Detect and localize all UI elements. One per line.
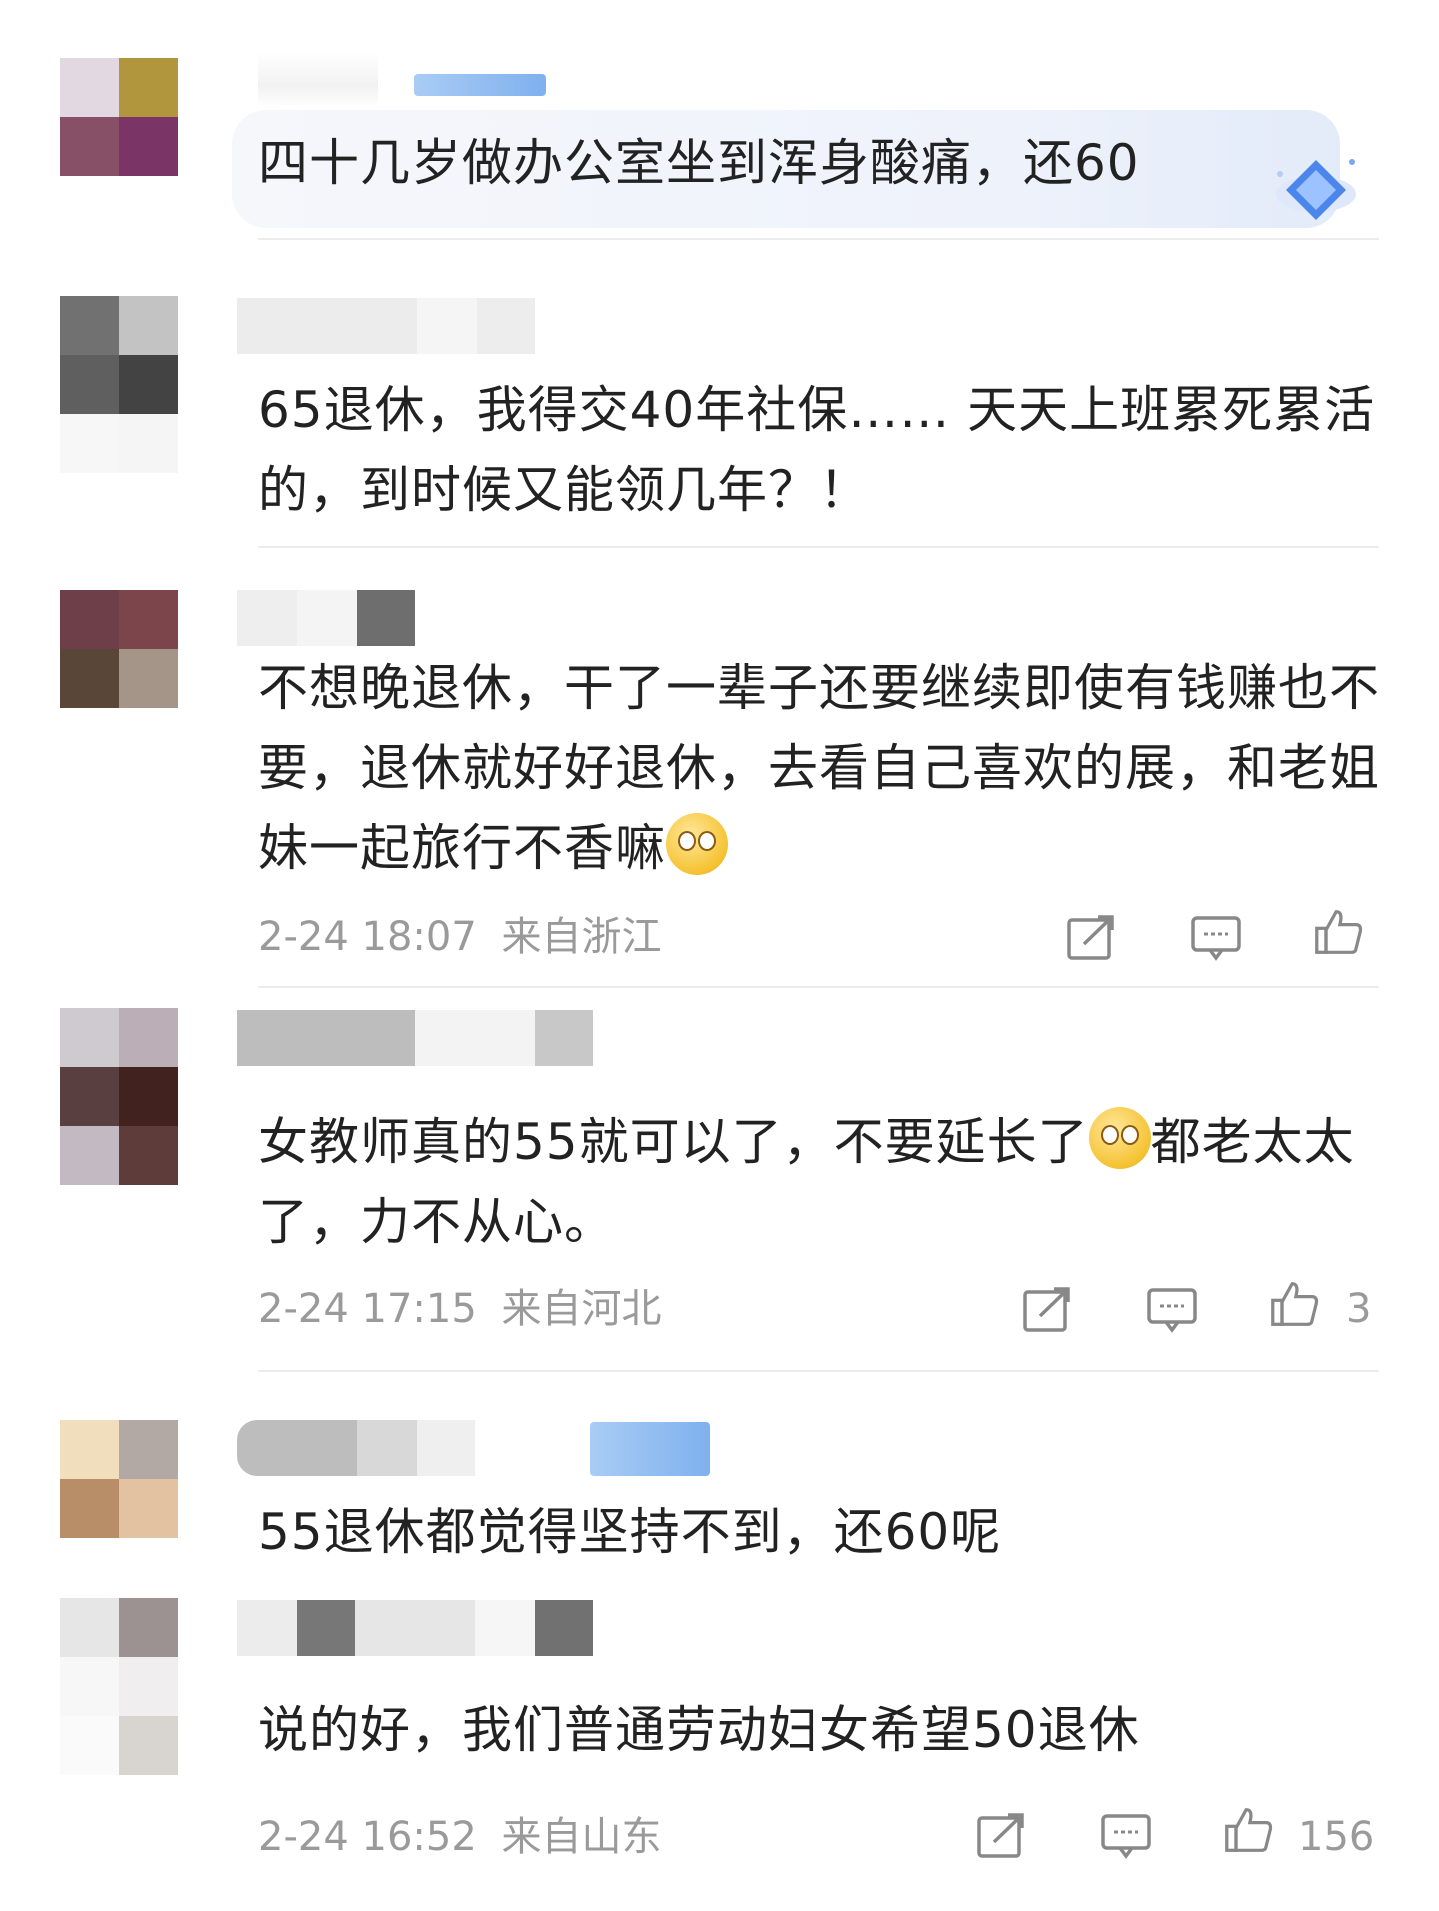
comment-text: 四十几岁做办公室坐到浑身酸痛，还60 xyxy=(258,134,1140,192)
share-icon[interactable] xyxy=(1066,914,1118,962)
avatar[interactable] xyxy=(60,296,178,473)
avatar[interactable] xyxy=(60,1598,178,1775)
comment-location: 来自河北 xyxy=(501,1286,662,1332)
avatar[interactable] xyxy=(60,590,178,708)
username-blurred[interactable] xyxy=(237,1010,593,1066)
comment-text: 55退休都觉得坚持不到，还60呢 xyxy=(258,1503,1002,1561)
divider xyxy=(258,546,1379,548)
rolling-eyes-emoji-icon xyxy=(1088,1107,1151,1169)
comment-time: 2-24 17:15 xyxy=(258,1286,477,1332)
vip-badge xyxy=(590,1422,710,1476)
avatar[interactable] xyxy=(60,1008,178,1185)
thumbs-up-icon[interactable] xyxy=(1312,908,1364,956)
comment-text: 女教师真的55就可以了，不要延长了 都老太太了，力不从心。 xyxy=(258,1102,1380,1262)
comment-icon[interactable] xyxy=(1146,1286,1198,1334)
comment-text-body: 不想晚退休，干了一辈子还要继续即使有钱赚也不要，退休就好好退休，去看自己喜欢的展… xyxy=(258,659,1380,877)
diamond-badge-icon xyxy=(1276,159,1356,220)
comment-meta: 2-24 18:07 来自浙江 xyxy=(258,912,662,962)
share-icon[interactable] xyxy=(1022,1286,1074,1334)
username-blurred[interactable] xyxy=(237,590,415,646)
comment-text-part-1: 女教师真的55就可以了，不要延长了 xyxy=(258,1113,1089,1171)
comment-location: 来自山东 xyxy=(501,1814,662,1860)
thinking-emoji-icon xyxy=(666,813,728,875)
divider xyxy=(258,986,1379,988)
like-count: 156 xyxy=(1298,1814,1375,1860)
comment-text: 不想晚退休，干了一辈子还要继续即使有钱赚也不要，退休就好好退休，去看自己喜欢的展… xyxy=(258,648,1380,888)
username-blurred[interactable] xyxy=(237,1600,593,1656)
share-icon[interactable] xyxy=(976,1812,1028,1860)
username-blurred[interactable] xyxy=(258,52,378,108)
comment-time: 2-24 16:52 xyxy=(258,1814,477,1860)
username-blurred[interactable] xyxy=(237,298,535,354)
avatar[interactable] xyxy=(60,58,178,176)
comment-meta: 2-24 16:52 来自山东 xyxy=(258,1812,662,1862)
divider xyxy=(258,238,1379,240)
username-blurred[interactable] xyxy=(237,1420,475,1476)
thumbs-up-icon[interactable] xyxy=(1222,1806,1274,1854)
like-count: 3 xyxy=(1346,1286,1372,1332)
avatar[interactable] xyxy=(60,1420,178,1538)
comment-location: 来自浙江 xyxy=(501,914,662,960)
comment-text: 65退休，我得交40年社保…… 天天上班累死累活的，到时候又能领几年？！ xyxy=(258,381,1376,519)
comment-icon[interactable] xyxy=(1190,914,1242,962)
comment-text: 说的好，我们普通劳动妇女希望50退休 xyxy=(258,1701,1140,1759)
vip-badge xyxy=(414,74,546,96)
comment-meta: 2-24 17:15 来自河北 xyxy=(258,1284,662,1334)
comment-icon[interactable] xyxy=(1100,1812,1152,1860)
comment-time: 2-24 18:07 xyxy=(258,914,477,960)
thumbs-up-icon[interactable] xyxy=(1268,1280,1320,1328)
divider xyxy=(258,1370,1379,1372)
